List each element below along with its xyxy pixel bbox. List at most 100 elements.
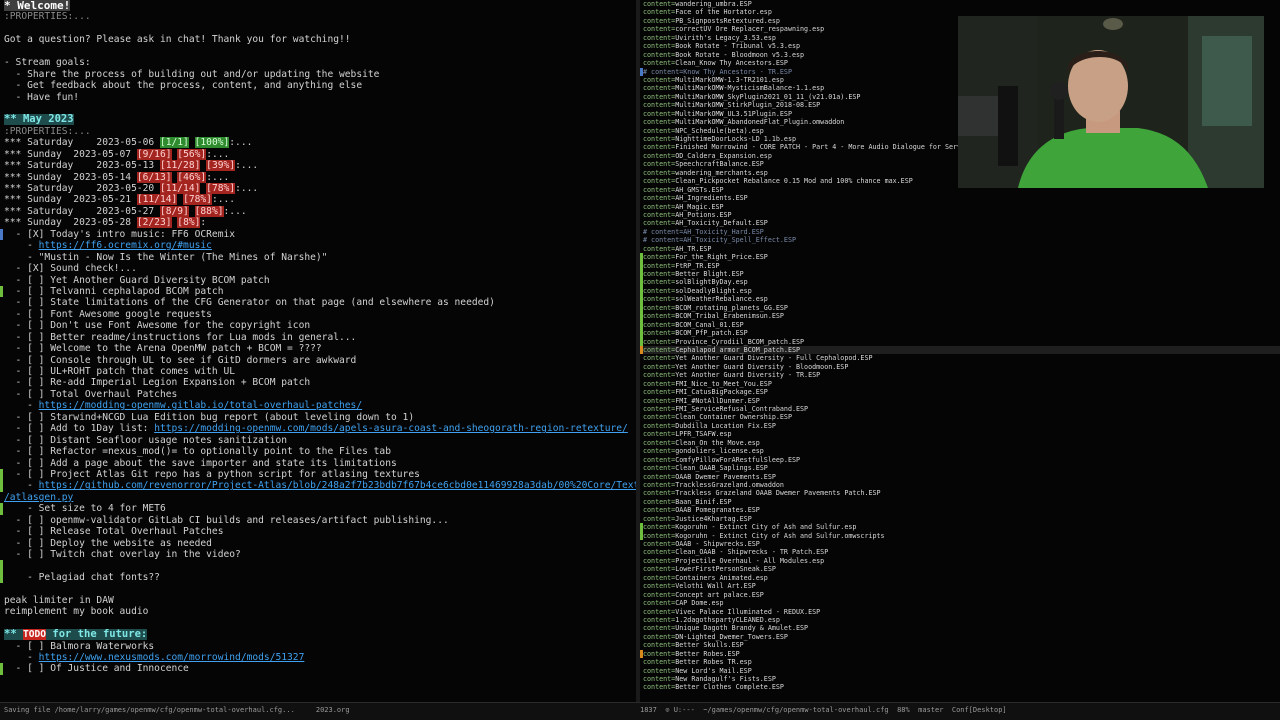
cfg-line[interactable]: content=AH_TR.ESP [640,245,1280,253]
org-line[interactable] [0,583,636,594]
org-mode-editor-pane[interactable]: * Welcome!:PROPERTIES:... Got a question?… [0,0,636,702]
cfg-line[interactable]: content=Velothi Wall Art.ESP [640,582,1280,590]
org-line[interactable]: peak limiter in DAW [0,595,636,606]
org-link[interactable]: https://github.com/revenorror/Project-At… [39,480,636,491]
cfg-line[interactable]: content=ComfyPillowForARestfulSleep.ESP [640,456,1280,464]
cfg-line[interactable]: content=OAAB - Shipwrecks.ESP [640,540,1280,548]
org-line[interactable]: * Welcome! [0,0,636,12]
org-line[interactable]: ** May 2023 [0,114,636,126]
cfg-line[interactable]: content=FMI_#NotAllDunmer.ESP [640,397,1280,405]
cfg-line[interactable]: content=BCOM_rotating_planets_GG.ESP [640,303,1280,313]
org-line[interactable]: - [ ] Total Overhaul Patches [0,389,636,400]
cfg-line[interactable]: content=Better Clothes Complete.ESP [640,683,1280,691]
cfg-line[interactable]: content=FtRP_TR.ESP [640,261,1280,270]
cfg-line[interactable]: content=Concept art palace.ESP [640,591,1280,599]
cfg-line[interactable]: content=solDeadlyBlight.esp [640,286,1280,296]
cfg-line[interactable]: content=New Randagulf's Fists.ESP [640,675,1280,683]
org-line[interactable]: *** Saturday 2023-05-27 [8/9] [88%]:... [0,205,636,217]
cfg-line[interactable]: content=Yet Another Guard Diversity - TR… [640,371,1280,379]
org-line[interactable]: Got a question? Please ask in chat! Than… [0,34,636,45]
org-line[interactable]: - Pelagiad chat fonts?? [0,571,636,584]
org-line[interactable]: *** Saturday 2023-05-13 [11/28] [39%]:..… [0,160,636,172]
org-line[interactable]: :PROPERTIES:... [0,11,636,22]
org-line[interactable]: *** Sunday 2023-05-21 [11/14] [78%]:... [0,194,636,206]
org-line[interactable]: - [ ] Balmora Waterworks [0,641,636,652]
cfg-line[interactable]: content=DN-Lighted_Dwemer_Towers.ESP [640,633,1280,641]
cfg-line[interactable]: content=New Lord's Mail.ESP [640,667,1280,675]
cfg-line[interactable]: content=Better Blight.ESP [640,270,1280,279]
cfg-line[interactable]: content=For_the_Right_Price.ESP [640,253,1280,262]
org-line[interactable]: *** Sunday 2023-05-14 [6/13] [46%]:... [0,171,636,183]
org-line[interactable]: - [ ] Welcome to the Arena OpenMW patch … [0,343,636,354]
org-line[interactable]: - https://modding-openmw.gitlab.io/total… [0,400,636,411]
cfg-line[interactable]: content=Trackless Grazeland OAAB Dwemer … [640,489,1280,497]
cfg-line[interactable]: content=Vivec Palace Illuminated - REDUX… [640,608,1280,616]
cfg-line[interactable]: content=LPFR_TSAFW.esp [640,430,1280,438]
cfg-line[interactable]: content=Dubdilla Location Fix.ESP [640,422,1280,430]
cfg-line[interactable]: content=FMI_CatusBigPackage.ESP [640,388,1280,396]
org-line[interactable]: - [ ] Don't use Font Awesome for the cop… [0,320,636,331]
cfg-line[interactable]: content=Kogoruhn - Extinct City of Ash a… [640,523,1280,532]
cfg-line[interactable]: content=LowerFirstPersonSneak.ESP [640,565,1280,573]
org-line[interactable]: - [ ] Better readme/instructions for Lua… [0,332,636,343]
cfg-line[interactable]: content=gondoliers_license.esp [640,447,1280,455]
org-line[interactable]: - https://ff6.ocremix.org/#music [0,240,636,251]
org-line[interactable]: - [ ] openmw-validator GitLab CI builds … [0,515,636,526]
org-line[interactable]: *** Sunday 2023-05-07 [9/16] [56%]:... [0,148,636,160]
org-line[interactable]: - [ ] Font Awesome google requests [0,309,636,320]
org-line[interactable]: - Share the process of building out and/… [0,69,636,80]
org-line[interactable]: :PROPERTIES:... [0,126,636,137]
org-line[interactable]: *** Saturday 2023-05-06 [1/1] [100%]:... [0,137,636,149]
org-link[interactable]: https://www.nexusmods.com/morrowind/mods… [39,652,305,663]
org-line[interactable] [0,618,636,629]
cfg-line[interactable]: content=Clean_Container Ownership.ESP [640,413,1280,421]
org-line[interactable]: - [ ] Refactor =nexus_mod()= to optional… [0,446,636,457]
org-line[interactable]: - [ ] Console through UL to see if GitD … [0,355,636,366]
cfg-line[interactable]: content=Better Robes.ESP [640,649,1280,659]
org-line[interactable]: - Stream goals: [0,57,636,68]
cfg-line[interactable]: content=FMI_ServiceRefusal_Contraband.ES… [640,405,1280,413]
cfg-line[interactable]: content=Better Skulls.ESP [640,641,1280,649]
org-line[interactable]: - https://www.nexusmods.com/morrowind/mo… [0,652,636,663]
cfg-line[interactable]: content=Unique Dagoth Brandy & Amulet.ES… [640,624,1280,632]
cfg-line[interactable]: content=BCOM_PfP_patch.ESP [640,329,1280,338]
org-line[interactable]: - https://github.com/revenorror/Project-… [0,480,636,492]
org-line[interactable]: - Get feedback about the process, conten… [0,80,636,91]
cfg-line[interactable]: content=OAAB Dwemer Pavements.ESP [640,473,1280,481]
org-line[interactable]: *** Sunday 2023-05-28 [2/23] [8%]: [0,217,636,229]
cfg-line[interactable]: content=Containers Animated.esp [640,574,1280,582]
cfg-line[interactable]: content=Province_Cyrodiil_BCOM_patch.ESP [640,337,1280,346]
cfg-line[interactable]: content=Clean_OAAB - Shipwrecks - TR Pat… [640,548,1280,556]
org-line[interactable]: - [ ] Release Total Overhaul Patches [0,526,636,537]
org-line[interactable] [0,103,636,114]
org-line[interactable]: - [X] Today's intro music: FF6 OCRemix [0,228,636,241]
org-line[interactable]: - [ ] Deploy the website as needed [0,538,636,549]
cfg-line[interactable]: # content=AH_Toxicity_Hard.ESP [640,228,1280,236]
cfg-line[interactable]: content=Clean_OAAB_Saplings.ESP [640,464,1280,472]
org-line[interactable] [0,560,636,572]
org-link[interactable]: https://modding-openmw.com/mods/apels-as… [154,423,628,434]
cfg-line[interactable]: content=solBlightByDay.esp [640,278,1280,287]
cfg-line[interactable]: content=OAAB Pomegranates.ESP [640,506,1280,514]
cfg-line[interactable]: content=TracklessGrazeland.omwaddon [640,481,1280,489]
cfg-line[interactable]: content=AH_Potions.ESP [640,211,1280,219]
org-link[interactable]: https://ff6.ocremix.org/#music [39,240,212,251]
cfg-line[interactable]: # content=AH_Toxicity_Spell_Effect.ESP [640,236,1280,244]
cfg-line[interactable]: content=Projectile Overhaul - All Module… [640,557,1280,565]
org-line[interactable]: - [ ] State limitations of the CFG Gener… [0,297,636,308]
cfg-line[interactable]: content=AH_Magic.ESP [640,203,1280,211]
cfg-line[interactable]: content=solWeatherRebalance.esp [640,295,1280,304]
org-line[interactable]: - [ ] Re-add Imperial Legion Expansion +… [0,377,636,388]
cfg-line[interactable]: content=Justice4Khartag.ESP [640,515,1280,523]
org-link[interactable]: /atlasgen.py [4,492,73,503]
cfg-line[interactable]: content=FMI_Nice_to_Meet_You.ESP [640,380,1280,388]
cfg-line[interactable]: content=Baan_Binif.ESP [640,498,1280,506]
org-line[interactable]: - [ ] Twitch chat overlay in the video? [0,549,636,560]
org-line[interactable]: - [X] Sound check!... [0,263,636,274]
org-line[interactable]: - [ ] Of Justice and Innocence [0,663,636,675]
cfg-line[interactable]: content=Yet Another Guard Diversity - Fu… [640,354,1280,362]
org-line[interactable] [0,23,636,34]
cfg-line[interactable]: content=AH_Ingredients.ESP [640,194,1280,202]
org-line[interactable] [0,46,636,57]
cfg-line[interactable]: content=wandering_umbra.ESP [640,0,1280,8]
